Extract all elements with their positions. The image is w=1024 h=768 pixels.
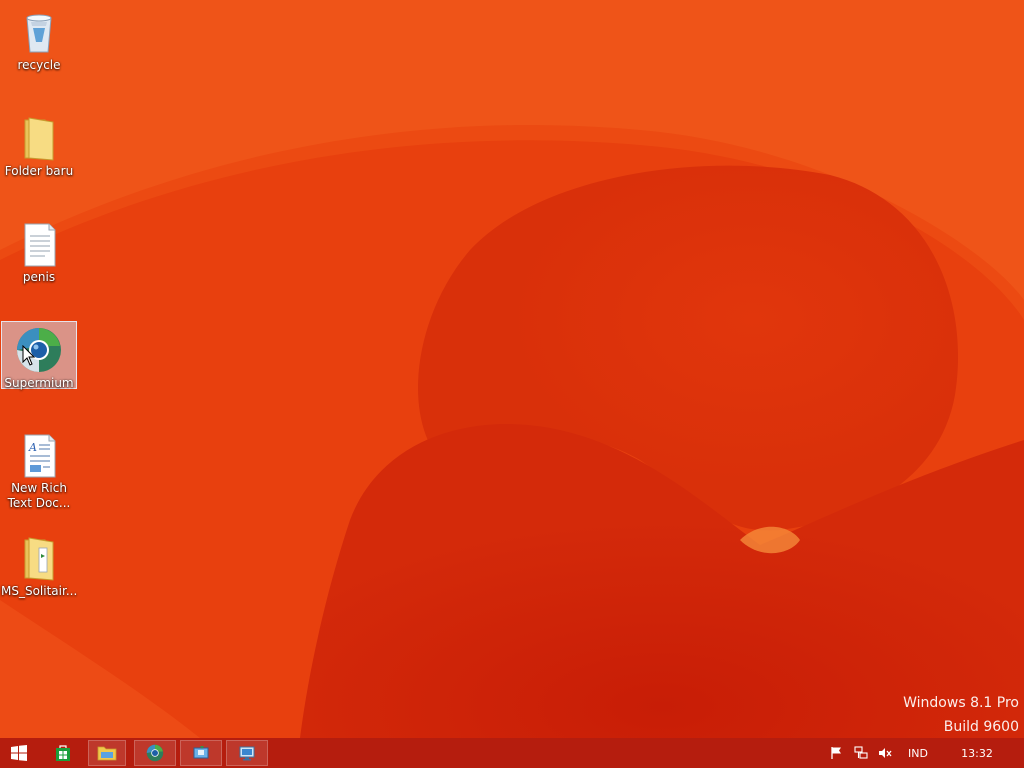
desktop-icon-new-rich-text-document[interactable]: A New Rich Text Doc... <box>1 427 77 511</box>
mouse-cursor-icon <box>22 345 36 366</box>
svg-text:A: A <box>28 441 37 454</box>
clock[interactable]: 13:32 <box>950 738 1004 768</box>
desktop-icon-recycle[interactable]: recycle <box>1 4 77 73</box>
flag-icon <box>831 747 841 759</box>
input-language-button[interactable]: IND <box>902 738 934 768</box>
network-icon <box>854 746 868 759</box>
action-center-button[interactable] <box>826 738 848 768</box>
desktop-icon-label: recycle <box>17 58 61 72</box>
desktop-wallpaper <box>0 0 1024 738</box>
desktop-icon-label-line: Text Doc... <box>7 496 71 510</box>
remote-desktop-icon <box>239 746 255 761</box>
volume-muted-icon <box>879 748 892 758</box>
desktop-icon-label: New Rich Text Doc... <box>1 481 77 511</box>
supermium-browser-icon <box>146 744 164 762</box>
desktop-icon-label: penis <box>22 270 56 284</box>
desktop-icon-penis[interactable]: penis <box>1 216 77 285</box>
taskbar-button-remote[interactable] <box>226 740 268 766</box>
start-button[interactable] <box>4 740 34 766</box>
desktop-icon-label: Folder baru <box>4 164 74 178</box>
desktop-icon-label: MS_Solitair... <box>1 584 78 598</box>
windows-store-icon <box>56 745 70 761</box>
windows-build-text: Build 9600 <box>943 719 1019 735</box>
desktop-icon-label-line: New Rich <box>11 481 67 495</box>
app-window-icon <box>193 746 209 759</box>
desktop-icon-label: Supermium <box>4 376 74 390</box>
taskbar-button-store[interactable] <box>46 740 80 766</box>
windows-version-text: Windows 8.1 Pro <box>903 695 1019 711</box>
rich-text-document-icon: A <box>15 431 63 479</box>
folder-icon <box>15 114 63 162</box>
taskbar-button-file-explorer[interactable] <box>88 740 126 766</box>
text-file-icon <box>15 220 63 268</box>
taskbar-button-app[interactable] <box>180 740 222 766</box>
recycle-bin-icon <box>15 8 63 56</box>
windows-start-icon <box>11 745 27 761</box>
desktop-icon-ms-solitaire[interactable]: MS_Solitair... <box>1 530 77 599</box>
file-explorer-icon <box>97 746 117 761</box>
desktop-icon-folder-baru[interactable]: Folder baru <box>1 110 77 179</box>
taskbar-button-supermium[interactable] <box>134 740 176 766</box>
desktop-icon-supermium[interactable]: Supermium <box>1 321 77 390</box>
zip-folder-icon <box>15 534 63 582</box>
network-button[interactable] <box>850 738 872 768</box>
volume-button[interactable] <box>874 738 896 768</box>
